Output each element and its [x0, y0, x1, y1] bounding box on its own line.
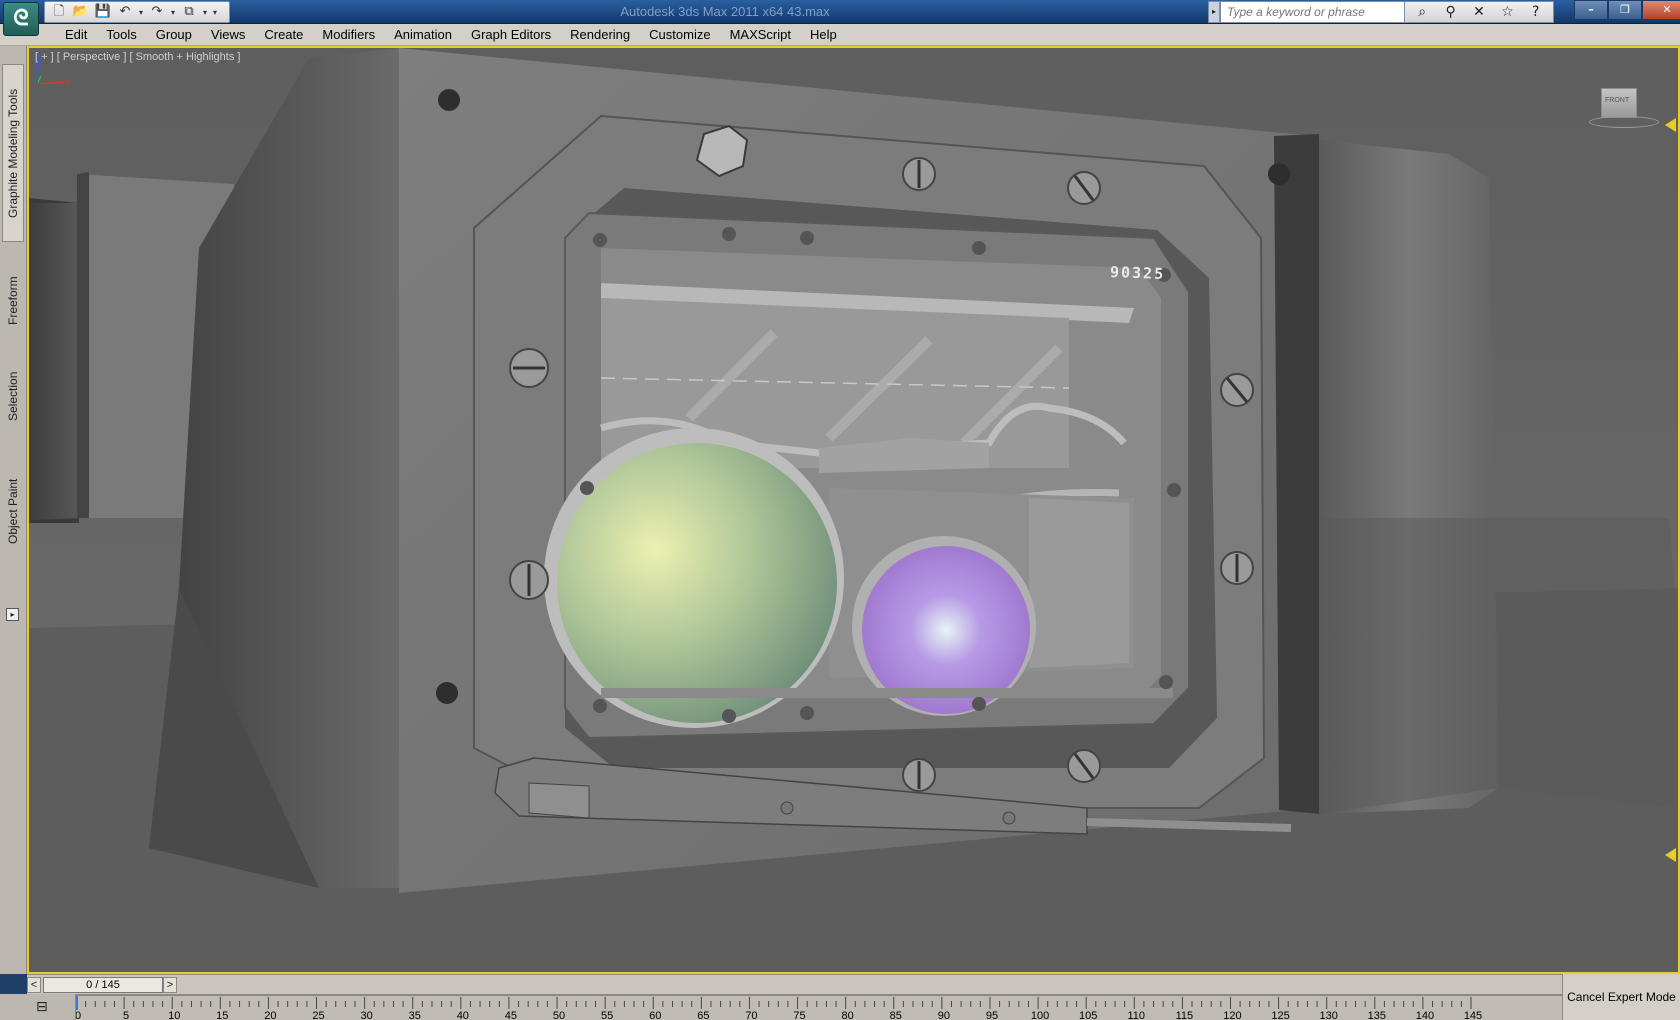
menu-bar: Edit Tools Group Views Create Modifiers …: [0, 24, 1680, 46]
track-tick-label: 145: [1464, 1010, 1482, 1020]
tab-selection[interactable]: Selection: [2, 346, 24, 446]
track-tick-label: 90: [938, 1010, 950, 1020]
range-marker-icon: [1665, 848, 1676, 862]
track-tick-label: 25: [312, 1010, 324, 1020]
quick-access-toolbar: 🗋 📂 💾 ↶ ▾ ↷ ▾ ⧉ ▾ ▾: [44, 1, 230, 23]
track-tick-label: 105: [1079, 1010, 1097, 1020]
project-folder-icon[interactable]: ⧉: [179, 3, 199, 21]
track-tick-label: 60: [649, 1010, 661, 1020]
menu-group[interactable]: Group: [145, 24, 200, 45]
track-tick-label: 80: [842, 1010, 854, 1020]
track-bar[interactable]: 0 5 10 15 20 25 30 35 40 45 50 55 60 65 70 75 80 85 90 95 10…: [76, 994, 1562, 1020]
track-tick-label: 120: [1223, 1010, 1241, 1020]
viewcube-ring[interactable]: [1589, 116, 1659, 128]
tab-freeform[interactable]: Freeform: [2, 256, 24, 346]
track-tick-label: 95: [986, 1010, 998, 1020]
curve-editor-icon: ⊟: [36, 999, 48, 1015]
track-tick-label: 40: [457, 1010, 469, 1020]
svg-text:z: z: [40, 49, 44, 58]
track-tick-label: 0: [76, 1010, 81, 1020]
track-tick-label: 15: [216, 1010, 228, 1020]
title-bar: 🗋 📂 💾 ↶ ▾ ↷ ▾ ⧉ ▾ ▾ Autodesk 3ds Max 201…: [0, 0, 1680, 24]
current-frame-marker[interactable]: [76, 996, 78, 1010]
window-title: Autodesk 3ds Max 2011 x64 43.max: [620, 4, 830, 19]
track-tick-label: 55: [601, 1010, 613, 1020]
3ds-max-logo-icon[interactable]: ᘓ: [3, 2, 39, 36]
perspective-viewport[interactable]: [ + ] [ Perspective ] [ Smooth + Highlig…: [27, 46, 1680, 974]
track-tick-label: 110: [1128, 1010, 1146, 1020]
track-tick-label: 140: [1416, 1010, 1434, 1020]
restore-icon[interactable]: ❐: [1608, 0, 1642, 20]
menu-views[interactable]: Views: [200, 24, 253, 45]
serial-number-text: 90325: [1109, 263, 1166, 283]
menu-modifiers[interactable]: Modifiers: [311, 24, 383, 45]
track-tick-label: 5: [123, 1010, 129, 1020]
favorites-star-icon[interactable]: ☆: [1497, 4, 1517, 20]
undo-dropdown-icon[interactable]: ▾: [137, 8, 145, 17]
viewcube-label: FRONT: [1605, 97, 1630, 104]
mini-curve-editor-button[interactable]: ⊟: [0, 994, 76, 1020]
menu-tools[interactable]: Tools: [95, 24, 144, 45]
menu-maxscript[interactable]: MAXScript: [719, 24, 799, 45]
cancel-expert-mode-button[interactable]: Cancel Expert Mode: [1562, 974, 1680, 1020]
svg-text:x: x: [66, 78, 70, 87]
track-tick-label: 130: [1320, 1010, 1338, 1020]
track-tick-label: 50: [553, 1010, 565, 1020]
track-tick-label: 65: [697, 1010, 709, 1020]
tab-graphite-modeling-tools[interactable]: Graphite Modeling Tools: [2, 64, 24, 242]
redo-dropdown-icon[interactable]: ▾: [169, 8, 177, 17]
ribbon-side-strip: Graphite Modeling Tools Freeform Selecti…: [0, 46, 27, 974]
track-tick-label: 85: [890, 1010, 902, 1020]
time-slider-prev-button[interactable]: <: [27, 977, 41, 993]
menu-rendering[interactable]: Rendering: [559, 24, 638, 45]
save-icon[interactable]: 💾: [93, 3, 113, 21]
binoculars-icon[interactable]: ⌕: [1412, 4, 1432, 20]
undo-icon[interactable]: ↶: [115, 3, 135, 21]
search-input[interactable]: [1220, 1, 1412, 23]
track-tick-label: 30: [360, 1010, 372, 1020]
range-marker-icon: [1665, 118, 1676, 132]
track-tick-label: 10: [168, 1010, 180, 1020]
close-icon[interactable]: ✕: [1642, 0, 1680, 20]
track-tick-label: 70: [745, 1010, 757, 1020]
track-tick-label: 45: [505, 1010, 517, 1020]
tab-object-paint[interactable]: Object Paint: [2, 446, 24, 576]
axis-tripod-icon: x z: [36, 49, 70, 87]
app-window: 🗋 📂 💾 ↶ ▾ ↷ ▾ ⧉ ▾ ▾ Autodesk 3ds Max 201…: [0, 0, 1680, 1020]
viewport-scene: [29, 48, 1678, 972]
track-bar-ticks: 0 5 10 15 20 25 30 35 40 45 50 55 60 65 70 75 80 85 90 95 10…: [76, 996, 1482, 1020]
time-slider-next-button[interactable]: >: [163, 977, 177, 993]
redo-icon[interactable]: ↷: [147, 3, 167, 21]
track-tick-label: 35: [409, 1010, 421, 1020]
menu-animation[interactable]: Animation: [383, 24, 460, 45]
track-tick-label: 115: [1176, 1010, 1194, 1020]
customize-arrow-icon[interactable]: ▾: [211, 8, 219, 17]
menu-customize[interactable]: Customize: [638, 24, 718, 45]
search-expand-icon[interactable]: ▸: [1208, 1, 1220, 23]
viewcube[interactable]: FRONT: [1587, 84, 1659, 130]
window-controls: – ❐ ✕: [1574, 0, 1680, 20]
track-tick-label: 125: [1271, 1010, 1289, 1020]
track-tick-label: 135: [1368, 1010, 1386, 1020]
infocenter-toolbar: ⌕ ⚲ ✕ ☆ ?: [1404, 1, 1554, 23]
time-slider-thumb[interactable]: 0 / 145: [43, 977, 163, 993]
ribbon-expand-icon[interactable]: ▸: [6, 608, 19, 621]
track-tick-label: 20: [264, 1010, 276, 1020]
track-tick-label: 75: [793, 1010, 805, 1020]
menu-graph-editors[interactable]: Graph Editors: [460, 24, 559, 45]
subscription-icon[interactable]: ✕: [1469, 4, 1489, 20]
open-file-icon[interactable]: 📂: [71, 3, 91, 21]
time-slider[interactable]: < 0 / 145 >: [27, 974, 1562, 994]
menu-create[interactable]: Create: [253, 24, 311, 45]
project-dropdown-icon[interactable]: ▾: [201, 8, 209, 17]
new-file-icon[interactable]: 🗋: [49, 3, 69, 21]
search-bar: ▸: [1208, 1, 1412, 23]
help-icon[interactable]: ?: [1526, 4, 1546, 20]
menu-edit[interactable]: Edit: [54, 24, 95, 45]
menu-help[interactable]: Help: [799, 24, 845, 45]
communication-center-icon[interactable]: ⚲: [1441, 4, 1461, 20]
minimize-icon[interactable]: –: [1574, 0, 1608, 20]
track-tick-label: 100: [1031, 1010, 1049, 1020]
